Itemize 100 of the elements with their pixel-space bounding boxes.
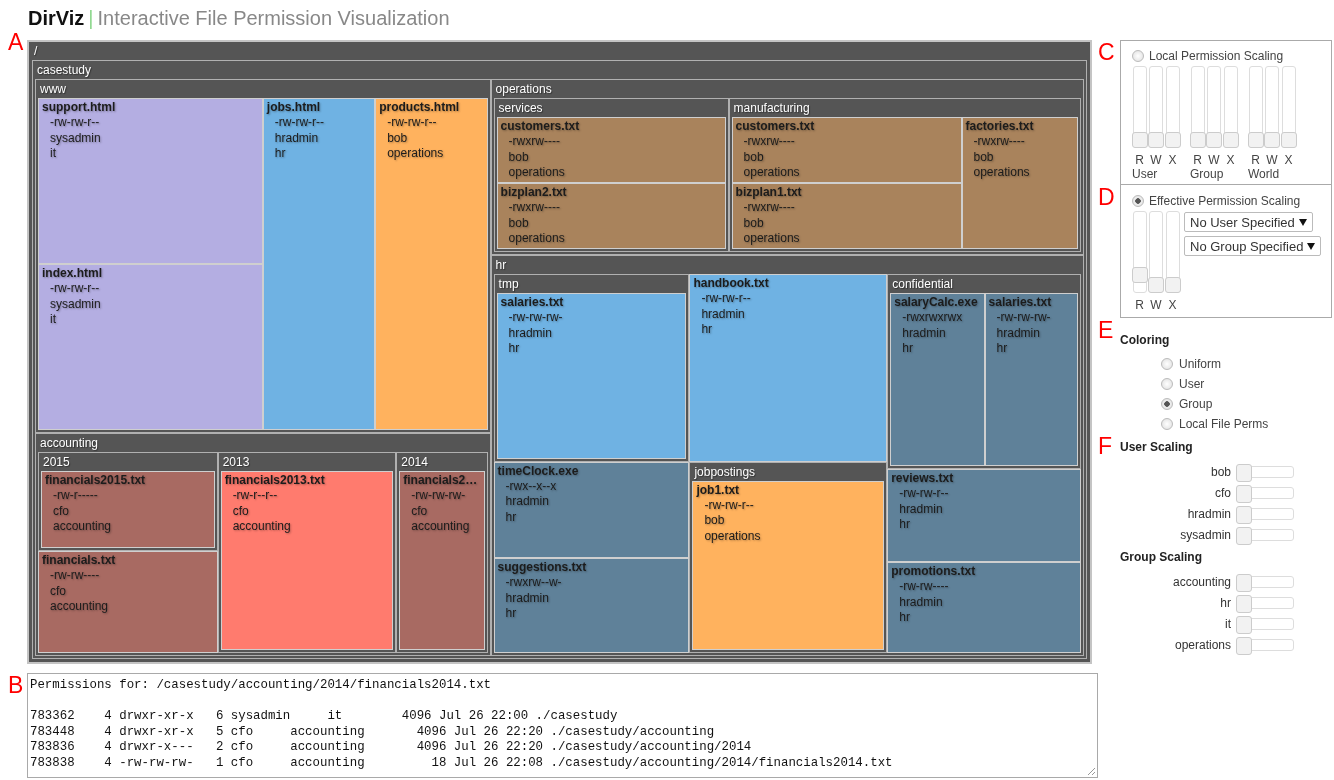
directory-name: www	[40, 82, 66, 96]
slider-thumb[interactable]	[1247, 132, 1264, 148]
file-group: accounting	[42, 599, 109, 615]
slider-label: R	[1251, 153, 1260, 167]
file-owner: cfo	[231, 503, 249, 520]
file-permissions: -rwxrw----	[972, 134, 1025, 150]
slider-thumb[interactable]	[1164, 132, 1181, 148]
output-textarea[interactable]: Permissions for: /casestudy/accounting/2014/financials2014.txt 783362 4 drwxr-xr-x 6 sysadmin it 4096 Jul 26 22:00 ./casestudy 783448 4 drwxr-xr-x 5 cfo accounting 4096 Jul 26 22:20 ./casestudy/accounting 783836 4 drwxr-x--- 2 cfo accounting 4096 Jul 26 22:20 ./casestudy/accounting/2014 783838 4 -rw-rw-rw- 1 cfo accounting 18 Jul 26 22:08 ./casestudy/accounting/2014/financials2014.txt	[27, 673, 1098, 778]
vertical-slider[interactable]	[1149, 66, 1163, 148]
slider-thumb[interactable]	[1280, 132, 1297, 148]
directory-name: hr	[495, 258, 507, 273]
slider-thumb[interactable]	[1236, 573, 1252, 592]
slider-thumb[interactable]	[1189, 132, 1206, 148]
vertical-slider[interactable]	[1149, 211, 1163, 293]
resize-grip-icon[interactable]	[1087, 767, 1096, 776]
vertical-slider[interactable]	[1132, 211, 1147, 293]
file-permissions: -rwx--x--x	[504, 478, 557, 495]
file-group: operations	[696, 528, 761, 545]
file-group: operations	[965, 165, 1030, 181]
file-group: operations	[500, 165, 565, 181]
file-permissions: -rw-r--r--	[231, 488, 278, 504]
file-owner: hradmin	[901, 325, 946, 342]
slider-thumb[interactable]	[1236, 594, 1252, 613]
annotation-letter: B	[7, 673, 25, 697]
scaling-mode-option[interactable]: Local Permission Scaling	[1132, 49, 1325, 63]
dropdown[interactable]: No Group Specified	[1184, 236, 1322, 256]
file-group: operations	[735, 231, 800, 247]
file-name: financials2…	[403, 473, 478, 489]
directory-name: 2013	[222, 455, 250, 470]
coloring-option[interactable]: Local File Perms	[1161, 414, 1332, 434]
radio-button[interactable]	[1161, 398, 1173, 410]
slider-thumb[interactable]	[1236, 505, 1252, 524]
coloring-option[interactable]: User	[1161, 374, 1332, 394]
file-name: suggestions.txt	[497, 560, 587, 576]
slider-thumb[interactable]	[1164, 277, 1181, 293]
vertical-slider[interactable]	[1190, 66, 1205, 148]
radio-button[interactable]	[1161, 418, 1173, 430]
file-group: it	[42, 312, 56, 328]
file-group: hr	[693, 322, 713, 338]
file-name: reviews.txt	[891, 471, 954, 487]
slider-thumb[interactable]	[1131, 267, 1148, 284]
radio-button[interactable]	[1161, 358, 1173, 370]
vertical-slider[interactable]	[1265, 66, 1279, 148]
radio-button[interactable]	[1132, 50, 1144, 62]
section-title: Coloring	[1120, 332, 1171, 348]
file-owner: sysadmin	[49, 296, 101, 313]
slider-thumb[interactable]	[1236, 484, 1252, 503]
slider-label: W	[1150, 298, 1162, 312]
vertical-slider[interactable]	[1248, 66, 1263, 148]
file-name: timeClock.exe	[497, 463, 579, 479]
annotation-letter: F	[1098, 434, 1114, 458]
slider-label: sysadmin	[1179, 527, 1231, 542]
slider-thumb[interactable]	[1222, 132, 1239, 148]
slider-thumb[interactable]	[1264, 132, 1280, 148]
file-group: accounting	[224, 519, 291, 535]
file-name: customers.txt	[500, 119, 580, 134]
slider-thumb[interactable]	[1236, 526, 1252, 545]
file-permissions: -rw-rw-rw-	[410, 488, 466, 504]
slider-thumb[interactable]	[1131, 132, 1148, 148]
slider-thumb[interactable]	[1148, 277, 1164, 293]
file-owner: cfo	[49, 583, 66, 600]
caret-icon	[1307, 242, 1316, 250]
app-title: DirViz	[28, 6, 85, 30]
file-permissions: -rw-rw-r--	[49, 115, 100, 131]
slider-thumb[interactable]	[1148, 132, 1164, 148]
annotation-letter: A	[7, 30, 25, 54]
slider-thumb[interactable]	[1236, 615, 1252, 634]
file-permissions: -rw-rw-r--	[386, 115, 437, 131]
radio-button[interactable]	[1132, 195, 1144, 207]
slider-label: X	[1284, 153, 1293, 167]
vertical-slider[interactable]	[1132, 66, 1147, 148]
vertical-slider[interactable]	[1165, 211, 1180, 293]
file-name: index.html	[42, 266, 102, 282]
scaling-mode-option[interactable]: Effective Permission Scaling	[1132, 194, 1327, 208]
dropdown[interactable]: No User Specified	[1184, 212, 1313, 232]
coloring-option[interactable]: Uniform	[1161, 354, 1332, 374]
vertical-slider[interactable]	[1281, 66, 1296, 148]
slider-label: operations	[1173, 637, 1231, 652]
slider-thumb[interactable]	[1236, 636, 1252, 655]
file-owner: bob	[703, 513, 725, 529]
directory-name: /	[34, 44, 38, 58]
file-permissions: -rwxrw----	[742, 134, 795, 150]
radio-button[interactable]	[1161, 378, 1173, 390]
group-label: Group	[1190, 167, 1225, 181]
file-permissions: -rwxrw----	[507, 134, 560, 150]
slider-label: hradmin	[1186, 506, 1231, 521]
app-subtitle: Interactive File Permission Visualization	[97, 6, 450, 30]
file-name: promotions.txt	[891, 564, 976, 580]
slider-thumb[interactable]	[1206, 132, 1222, 148]
slider-label: R	[1193, 153, 1202, 167]
file-name: jobs.html	[266, 100, 321, 115]
file-owner: hradmin	[507, 325, 552, 342]
vertical-slider[interactable]	[1165, 66, 1180, 148]
slider-thumb[interactable]	[1236, 463, 1252, 482]
section-title: User Scaling	[1120, 439, 1194, 455]
coloring-option[interactable]: Group	[1161, 394, 1332, 414]
vertical-slider[interactable]	[1223, 66, 1238, 148]
vertical-slider[interactable]	[1207, 66, 1221, 148]
file-owner: cfo	[52, 503, 69, 520]
slider-label: accounting	[1171, 574, 1231, 589]
